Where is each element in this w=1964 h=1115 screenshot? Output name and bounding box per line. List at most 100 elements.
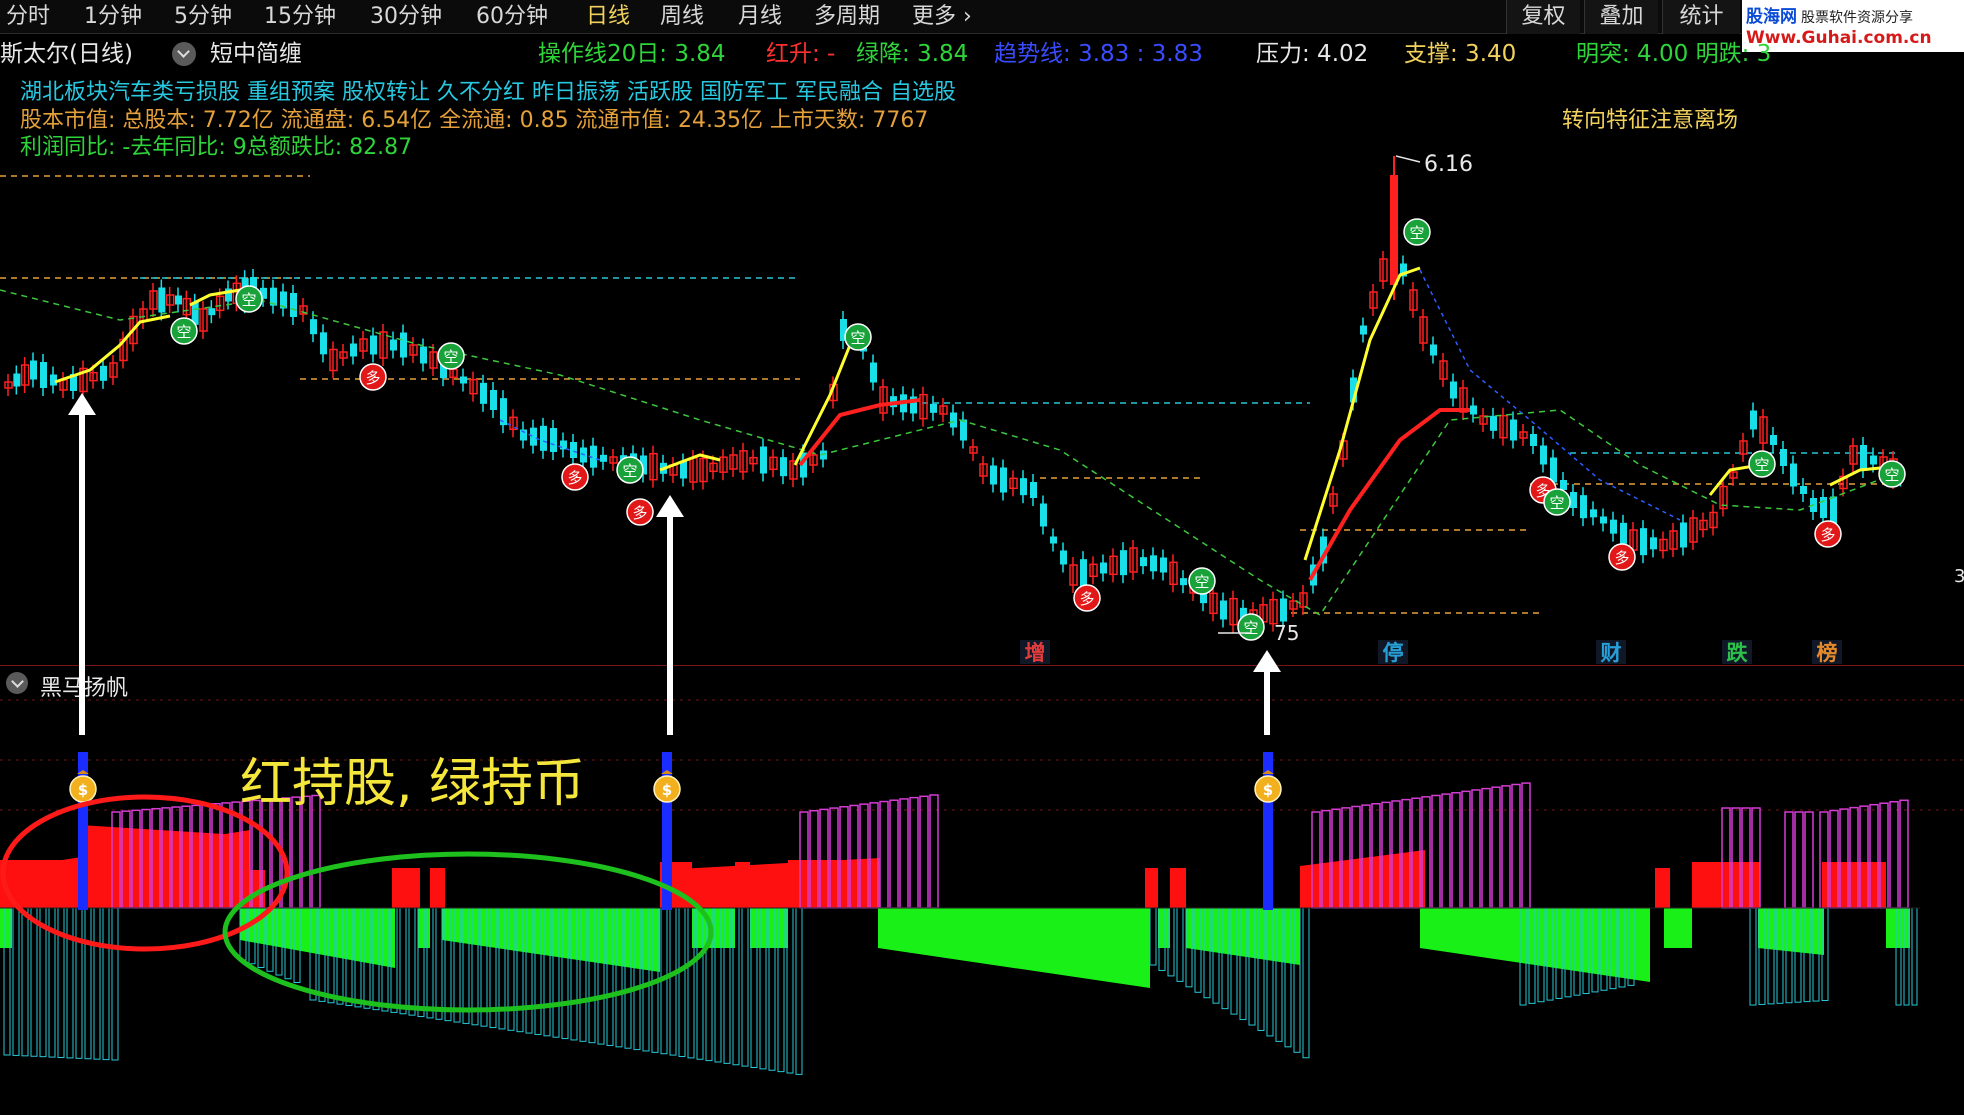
panel-divider [0, 665, 1964, 666]
chevron-down-icon[interactable] [172, 42, 196, 66]
candle-down [950, 412, 957, 428]
negative-bar [240, 908, 395, 968]
candle-down [1780, 449, 1787, 466]
candle-down [158, 287, 166, 313]
candle-down [1550, 457, 1557, 483]
svg-text:空: 空 [443, 348, 458, 366]
chevron-down-icon[interactable] [6, 672, 28, 694]
tab-daily[interactable]: 日线 [586, 3, 630, 31]
hold-outline-bar [1804, 811, 1814, 909]
negative-bar [1186, 908, 1300, 965]
positive-bar [1655, 868, 1670, 908]
hold-outline-bar [1899, 799, 1909, 909]
candle-down [1800, 486, 1807, 494]
indicator-selector[interactable]: 短中简缠 [210, 40, 302, 68]
site-watermark: 股海网 股票软件资源分享 Www.Guhai.com.cn [1742, 0, 1964, 52]
tab-multi-period[interactable]: 多周期 [814, 3, 880, 31]
candle-down [1150, 555, 1157, 572]
watermark-slogan: 股票软件资源分享 [1801, 10, 1913, 26]
candle-down [1100, 562, 1107, 574]
pressure-value: 压力: 4.02 [1256, 41, 1369, 67]
candle-down [30, 360, 37, 380]
candle-down [460, 376, 467, 384]
support-value: 支撑: 3.40 [1404, 41, 1517, 67]
candle-down [1870, 455, 1877, 465]
candle-down [530, 427, 537, 446]
buy-marker: 多 [561, 463, 589, 491]
candle-down [1750, 410, 1757, 430]
candle-down [1060, 550, 1067, 565]
positive-bar [392, 868, 420, 908]
tab-weekly[interactable]: 周线 [660, 3, 704, 31]
tab-5min[interactable]: 5分钟 [174, 3, 232, 31]
candle-down [1360, 325, 1367, 335]
candle-down [960, 419, 967, 441]
candle-down [1570, 492, 1577, 508]
candle-down [780, 457, 787, 477]
hold-outline-bar [1471, 789, 1481, 909]
tab-monthly[interactable]: 月线 [738, 3, 782, 31]
candle-down [990, 465, 997, 485]
candle-down [540, 425, 547, 451]
overlay-button[interactable]: 叠加 [1584, 0, 1658, 34]
candle-down [1080, 559, 1087, 587]
sell-marker: 空 [844, 323, 872, 351]
candle-down [320, 332, 327, 355]
svg-text:停: 停 [1383, 641, 1404, 664]
cash-outline-bar [669, 907, 677, 1056]
negative-bar [1886, 908, 1910, 948]
candle-down [1620, 522, 1627, 544]
tab-1min[interactable]: 1分钟 [84, 3, 142, 31]
tab-more[interactable]: 更多 › [912, 3, 972, 31]
candle-down [1490, 415, 1497, 431]
hold-outline-bar [1794, 811, 1804, 909]
tab-30min[interactable]: 30分钟 [370, 3, 442, 31]
cash-outline-bar [21, 907, 29, 1057]
cash-outline-bar [1749, 907, 1757, 1006]
candle-down [1650, 537, 1657, 550]
indicator-info-bar: 斯太尔(日线) 短中简缠 操作线20日: 3.84 红升: - 绿降: 3.84… [0, 36, 1771, 72]
sell-marker: 空 [235, 285, 263, 313]
candle-down [760, 446, 767, 474]
candle-down [1680, 522, 1687, 548]
tab-60min[interactable]: 60分钟 [476, 3, 548, 31]
candle-down [1540, 445, 1547, 465]
svg-text:榜: 榜 [1817, 641, 1838, 664]
yellow-line [1303, 266, 1421, 561]
candle-down [1830, 496, 1837, 524]
svg-text:增: 增 [1025, 641, 1046, 664]
statistics-button[interactable]: 统计 [1662, 0, 1740, 34]
tab-intraday[interactable]: 分时 [6, 3, 50, 31]
op-line-value: 操作线20日: 3.84 [538, 41, 726, 67]
negative-bar [878, 908, 1150, 988]
adjust-button[interactable]: 复权 [1506, 0, 1580, 34]
sell-marker: 空 [1543, 488, 1571, 516]
svg-text:空: 空 [1549, 494, 1564, 512]
candle-down [1530, 434, 1537, 446]
cash-outline-bar [399, 907, 407, 1015]
hold-outline-bar [929, 794, 939, 909]
positive-bar [430, 868, 445, 908]
indicator-title[interactable]: 黑马扬帆 [40, 670, 128, 702]
tab-15min[interactable]: 15分钟 [264, 3, 336, 31]
hold-outline-bar [899, 798, 909, 909]
period-toolbar: 分时 1分钟 5分钟 15分钟 30分钟 60分钟 日线 周线 月线 多周期 更… [0, 0, 1964, 34]
candle-down [1180, 578, 1187, 586]
candle-down [1590, 509, 1597, 518]
high-pointer [1395, 155, 1421, 163]
svg-text:$: $ [662, 781, 672, 799]
svg-text:财: 财 [1601, 641, 1622, 664]
cash-outline-bar [66, 907, 74, 1059]
positive-bar [1170, 868, 1186, 908]
candle-down [570, 442, 577, 458]
candle-down [400, 332, 407, 358]
sell-marker: 空 [1748, 450, 1776, 478]
sell-marker: 空 [1237, 613, 1265, 641]
candle-down [1820, 497, 1827, 518]
candle-down [1120, 550, 1127, 576]
candle-down [1450, 381, 1457, 399]
candle-down [1470, 405, 1477, 415]
buy-marker: 多 [1073, 584, 1101, 612]
hold-outline-bar [1521, 782, 1531, 909]
watermark-brand: 股海网 [1746, 7, 1797, 27]
